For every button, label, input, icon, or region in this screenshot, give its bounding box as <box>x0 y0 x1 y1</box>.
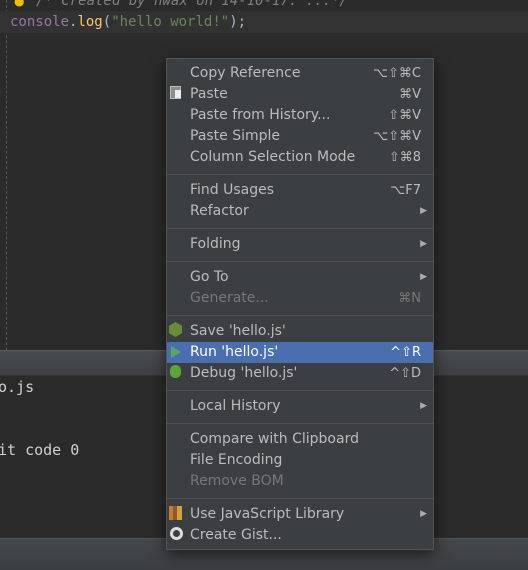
menu-item-paste[interactable]: Paste ⌘V <box>167 84 433 105</box>
debug-icon <box>170 365 181 378</box>
menu-separator <box>167 261 433 262</box>
paste-icon <box>170 86 181 99</box>
code-open-paren: ( <box>102 14 112 30</box>
menu-item-shortcut: ⇧⌘8 <box>388 150 421 165</box>
menu-item-label: Run 'hello.js' <box>190 344 279 360</box>
menu-item-label: Paste <box>190 86 228 102</box>
github-icon <box>170 527 183 540</box>
console-line-1: o.js <box>0 378 35 396</box>
submenu-arrow-icon: ▶ <box>420 239 427 249</box>
menu-item-label: Save 'hello.js' <box>190 323 286 339</box>
menu-item-local-history[interactable]: Local History ▶ <box>167 396 433 417</box>
lightbulb-icon[interactable]: ● <box>14 0 26 8</box>
menu-item-file-encoding[interactable]: File Encoding <box>167 450 433 471</box>
submenu-arrow-icon: ▶ <box>420 509 427 519</box>
code-close: ); <box>229 14 247 30</box>
menu-item-label: Column Selection Mode <box>190 149 356 165</box>
menu-item-column-selection-mode[interactable]: Column Selection Mode ⇧⌘8 <box>167 147 433 168</box>
menu-item-shortcut: ^⇧D <box>389 366 421 381</box>
menu-item-find-usages[interactable]: Find Usages ⌥F7 <box>167 180 433 201</box>
menu-item-copy-reference[interactable]: Copy Reference ⌥⇧⌘C <box>167 63 433 84</box>
nodejs-icon <box>169 322 182 337</box>
menu-item-label: Go To <box>190 269 229 285</box>
menu-item-paste-from-history[interactable]: Paste from History... ⇧⌘V <box>167 105 433 126</box>
submenu-arrow-icon: ▶ <box>420 272 427 282</box>
menu-item-label: Find Usages <box>190 182 275 198</box>
menu-separator <box>167 423 433 424</box>
menu-separator <box>167 498 433 499</box>
menu-item-label: Use JavaScript Library <box>190 506 345 522</box>
menu-item-shortcut: ⌥⇧⌘C <box>373 66 421 81</box>
menu-item-generate: Generate... ⌘N <box>167 288 433 309</box>
menu-item-shortcut: ⌥⇧⌘V <box>373 129 421 144</box>
menu-item-paste-simple[interactable]: Paste Simple ⌥⇧⌘V <box>167 126 433 147</box>
menu-item-label: Copy Reference <box>190 65 301 81</box>
run-icon <box>171 346 181 358</box>
menu-item-shortcut: ⌘V <box>399 87 421 102</box>
menu-item-debug[interactable]: Debug 'hello.js' ^⇧D <box>167 363 433 384</box>
menu-item-shortcut: ⌥F7 <box>390 183 421 198</box>
menu-item-shortcut: ⌘N <box>398 291 421 306</box>
submenu-arrow-icon: ▶ <box>420 206 427 216</box>
menu-item-label: Remove BOM <box>190 473 284 489</box>
console-line-2: it code 0 <box>0 441 80 459</box>
menu-item-use-javascript-library[interactable]: Use JavaScript Library ▶ <box>167 504 433 525</box>
menu-item-save[interactable]: Save 'hello.js' <box>167 321 433 342</box>
code-string: "hello world!" <box>111 14 230 30</box>
menu-item-go-to[interactable]: Go To ▶ <box>167 267 433 288</box>
menu-item-remove-bom: Remove BOM <box>167 471 433 492</box>
menu-separator <box>167 228 433 229</box>
submenu-arrow-icon: ▶ <box>420 401 427 411</box>
context-menu: Copy Reference ⌥⇧⌘C Paste ⌘V Paste from … <box>166 58 434 550</box>
menu-item-label: Create Gist... <box>190 527 282 543</box>
menu-item-label: Generate... <box>190 290 269 306</box>
menu-item-shortcut: ^⇧R <box>390 345 421 360</box>
code-function: log <box>77 14 103 30</box>
menu-item-shortcut: ⇧⌘V <box>388 108 421 123</box>
menu-separator <box>167 315 433 316</box>
menu-item-compare-with-clipboard[interactable]: Compare with Clipboard <box>167 429 433 450</box>
menu-item-create-gist[interactable]: Create Gist... <box>167 525 433 546</box>
menu-item-label: Debug 'hello.js' <box>190 365 298 381</box>
menu-item-label: Folding <box>190 236 241 252</box>
menu-item-label: Paste Simple <box>190 128 281 144</box>
code-line-current[interactable]: console.log("hello world!"); <box>0 11 528 33</box>
menu-item-refactor[interactable]: Refactor ▶ <box>167 201 433 222</box>
menu-item-label: Local History <box>190 398 281 414</box>
menu-separator <box>167 390 433 391</box>
menu-item-label: Refactor <box>190 203 249 219</box>
menu-item-label: Paste from History... <box>190 107 331 123</box>
menu-item-run[interactable]: Run 'hello.js' ^⇧R <box>167 342 433 363</box>
code-statement: console.log("hello world!"); <box>10 11 246 33</box>
menu-item-label: Compare with Clipboard <box>190 431 359 447</box>
menu-separator <box>167 174 433 175</box>
menu-item-folding[interactable]: Folding ▶ <box>167 234 433 255</box>
library-icon <box>169 506 182 520</box>
menu-item-label: File Encoding <box>190 452 283 468</box>
code-object: console <box>10 14 70 30</box>
